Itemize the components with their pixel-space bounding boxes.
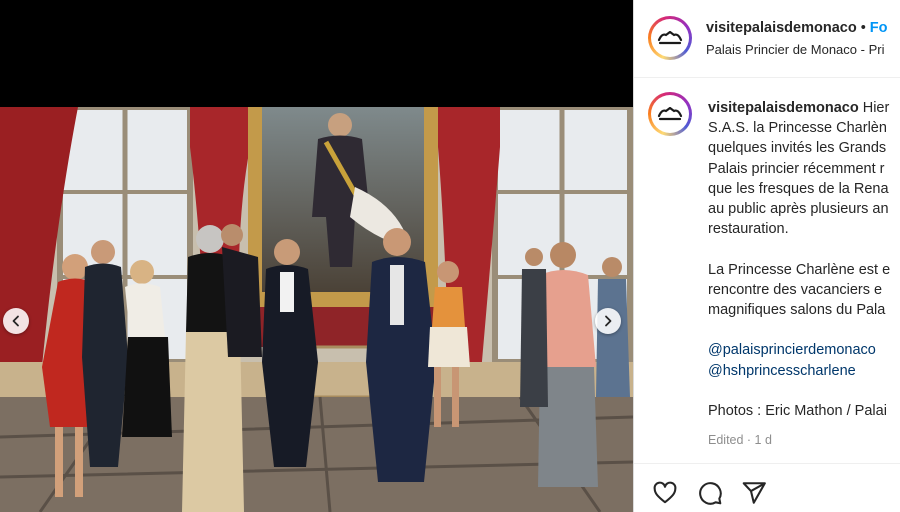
heart-icon [653, 481, 677, 504]
caption-line-10: rencontre des vacanciers e [708, 281, 883, 298]
share-button[interactable] [741, 480, 767, 506]
author-username[interactable]: visitepalaisdemonaco [706, 20, 857, 36]
location-link[interactable]: Palais Princier de Monaco - Pri [706, 42, 884, 57]
comment-bubble-icon [699, 482, 722, 505]
mention-palais[interactable]: @palaisprincierdemonaco [708, 342, 876, 358]
separator-dot: • [860, 20, 866, 36]
post-header: visitepalaisdemonaco • Fo Palais Princier … [634, 0, 900, 78]
caption-line-3: quelques invités les Grands [708, 140, 887, 157]
next-image-button[interactable] [595, 308, 621, 334]
post-photo [0, 107, 633, 512]
post-media [0, 0, 633, 512]
caption-author-avatar[interactable] [648, 92, 692, 136]
caption-line-11: magnifiques salons du Pala [708, 302, 886, 319]
caption-line-9: La Princesse Charlène est e [708, 261, 891, 278]
comment-button[interactable] [697, 480, 723, 506]
caption-text: visitepalaisdemonaco Hier S.A.S. la Prin… [708, 98, 900, 421]
palace-room-photo [0, 107, 633, 512]
chevron-left-icon [12, 315, 19, 327]
previous-image-button[interactable] [3, 308, 29, 334]
author-avatar[interactable] [648, 16, 692, 60]
crown-logo-icon [657, 31, 683, 45]
paper-plane-icon [742, 482, 766, 504]
post-actions [634, 463, 900, 512]
caption-line-6: au public après plusieurs an [708, 201, 889, 218]
like-button[interactable] [652, 480, 678, 506]
caption-username[interactable]: visitepalaisdemonaco [708, 100, 859, 116]
post-side-panel: visitepalaisdemonaco • Fo Palais Princier … [633, 0, 900, 512]
caption-line-7: restauration. [708, 221, 789, 238]
follow-button[interactable]: Fo [870, 20, 888, 36]
caption-line-5: que les fresques de la Rena [708, 180, 889, 197]
caption-line-4: Palais princier récemment r [708, 160, 885, 177]
chevron-right-icon [605, 315, 612, 327]
crown-logo-icon [657, 107, 683, 121]
photo-credit: Photos : Eric Mathon / Palai [708, 403, 887, 419]
edited-timestamp: Edited · 1 d [708, 433, 772, 447]
caption-line-1: Hier [858, 100, 890, 116]
mention-princess[interactable]: @hshprincesscharlene [708, 363, 856, 379]
caption-line-2: S.A.S. la Princesse Charlèn [708, 120, 887, 137]
